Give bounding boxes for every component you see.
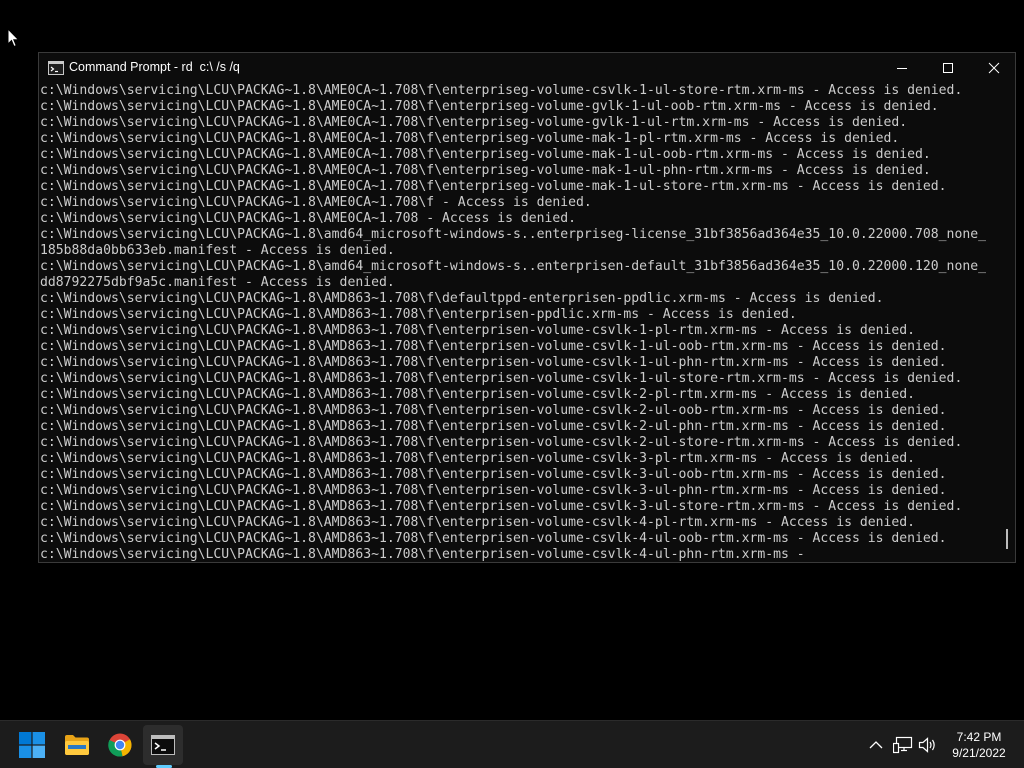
network-icon <box>893 736 913 754</box>
console-line: 185b88da0bb633eb.manifest - Access is de… <box>40 243 395 258</box>
console-line: c:\Windows\servicing\LCU\PACKAG~1.8\AME0… <box>40 195 592 210</box>
console-line: c:\Windows\servicing\LCU\PACKAG~1.8\AME0… <box>40 131 900 146</box>
terminal-icon <box>151 735 175 755</box>
console-line: c:\Windows\servicing\LCU\PACKAG~1.8\AME0… <box>40 163 931 178</box>
console-line: c:\Windows\servicing\LCU\PACKAG~1.8\AME0… <box>40 179 947 194</box>
console-line: c:\Windows\servicing\LCU\PACKAG~1.8\AMD8… <box>40 435 963 450</box>
console-line: c:\Windows\servicing\LCU\PACKAG~1.8\AMD8… <box>40 419 947 434</box>
chrome-button[interactable] <box>100 725 140 765</box>
file-explorer-button[interactable] <box>57 725 97 765</box>
terminal-icon <box>48 61 64 75</box>
maximize-icon <box>943 63 953 73</box>
console-line: c:\Windows\servicing\LCU\PACKAG~1.8\AMD8… <box>40 499 963 514</box>
close-icon <box>988 62 1000 74</box>
command-prompt-window[interactable]: Command Prompt - rd c:\ /s /q c:\Windows… <box>38 52 1016 563</box>
close-button[interactable] <box>971 53 1017 83</box>
console-line: c:\Windows\servicing\LCU\PACKAG~1.8\AMD8… <box>40 467 947 482</box>
vertical-scrollbar[interactable] <box>999 83 1015 563</box>
console-line: c:\Windows\servicing\LCU\PACKAG~1.8\AMD8… <box>40 531 947 546</box>
console-line: c:\Windows\servicing\LCU\PACKAG~1.8\AME0… <box>40 99 939 114</box>
volume-button[interactable] <box>918 735 938 755</box>
folder-icon <box>65 735 89 755</box>
console-line: c:\Windows\servicing\LCU\PACKAG~1.8\AMD8… <box>40 451 916 466</box>
console-line: c:\Windows\servicing\LCU\PACKAG~1.8\AMD8… <box>40 547 813 562</box>
console-line: c:\Windows\servicing\LCU\PACKAG~1.8\AME0… <box>40 115 908 130</box>
taskbar: 7:42 PM 9/21/2022 <box>0 720 1024 768</box>
console-line: c:\Windows\servicing\LCU\PACKAG~1.8\amd6… <box>40 227 986 242</box>
start-button[interactable] <box>12 725 52 765</box>
volume-icon <box>918 737 935 753</box>
console-line: c:\Windows\servicing\LCU\PACKAG~1.8\AME0… <box>40 83 963 98</box>
maximize-button[interactable] <box>925 53 971 83</box>
console-line: c:\Windows\servicing\LCU\PACKAG~1.8\AMD8… <box>40 483 947 498</box>
network-button[interactable] <box>893 735 913 755</box>
minimize-icon <box>897 68 907 69</box>
console-line: c:\Windows\servicing\LCU\PACKAG~1.8\amd6… <box>40 259 986 274</box>
console-line: c:\Windows\servicing\LCU\PACKAG~1.8\AMD8… <box>40 371 963 386</box>
console-line: c:\Windows\servicing\LCU\PACKAG~1.8\AMD8… <box>40 339 947 354</box>
scrollbar-thumb[interactable] <box>1006 529 1008 549</box>
desktop: Command Prompt - rd c:\ /s /q c:\Windows… <box>0 0 1024 720</box>
console-line: c:\Windows\servicing\LCU\PACKAG~1.8\AME0… <box>40 211 577 226</box>
console-line: c:\Windows\servicing\LCU\PACKAG~1.8\AMD8… <box>40 515 916 530</box>
console-line: dd8792275dbf9a5c.manifest - Access is de… <box>40 275 395 290</box>
show-hidden-icons-button[interactable] <box>866 735 886 755</box>
minimize-button[interactable] <box>879 53 925 83</box>
windows-logo-icon <box>19 732 45 758</box>
clock-date: 9/21/2022 <box>952 746 1006 760</box>
console-line: c:\Windows\servicing\LCU\PACKAG~1.8\AMD8… <box>40 403 947 418</box>
chevron-up-icon <box>869 741 883 749</box>
clock-time: 7:42 PM <box>956 730 1002 744</box>
mouse-cursor-icon <box>7 28 20 48</box>
console-output[interactable]: c:\Windows\servicing\LCU\PACKAG~1.8\AME0… <box>39 83 999 563</box>
title-bar[interactable]: Command Prompt - rd c:\ /s /q <box>39 53 1015 83</box>
console-line: c:\Windows\servicing\LCU\PACKAG~1.8\AME0… <box>40 147 931 162</box>
chrome-icon <box>108 733 132 757</box>
console-line: c:\Windows\servicing\LCU\PACKAG~1.8\AMD8… <box>40 355 947 370</box>
console-line: c:\Windows\servicing\LCU\PACKAG~1.8\AMD8… <box>40 307 797 322</box>
console-line: c:\Windows\servicing\LCU\PACKAG~1.8\AMD8… <box>40 387 916 402</box>
console-line: c:\Windows\servicing\LCU\PACKAG~1.8\AMD8… <box>40 323 916 338</box>
command-prompt-taskbar-button[interactable] <box>143 725 183 765</box>
window-title: Command Prompt - rd c:\ /s /q <box>69 60 240 74</box>
taskbar-clock[interactable]: 7:42 PM 9/21/2022 <box>942 729 1016 761</box>
console-line: c:\Windows\servicing\LCU\PACKAG~1.8\AMD8… <box>40 291 884 306</box>
